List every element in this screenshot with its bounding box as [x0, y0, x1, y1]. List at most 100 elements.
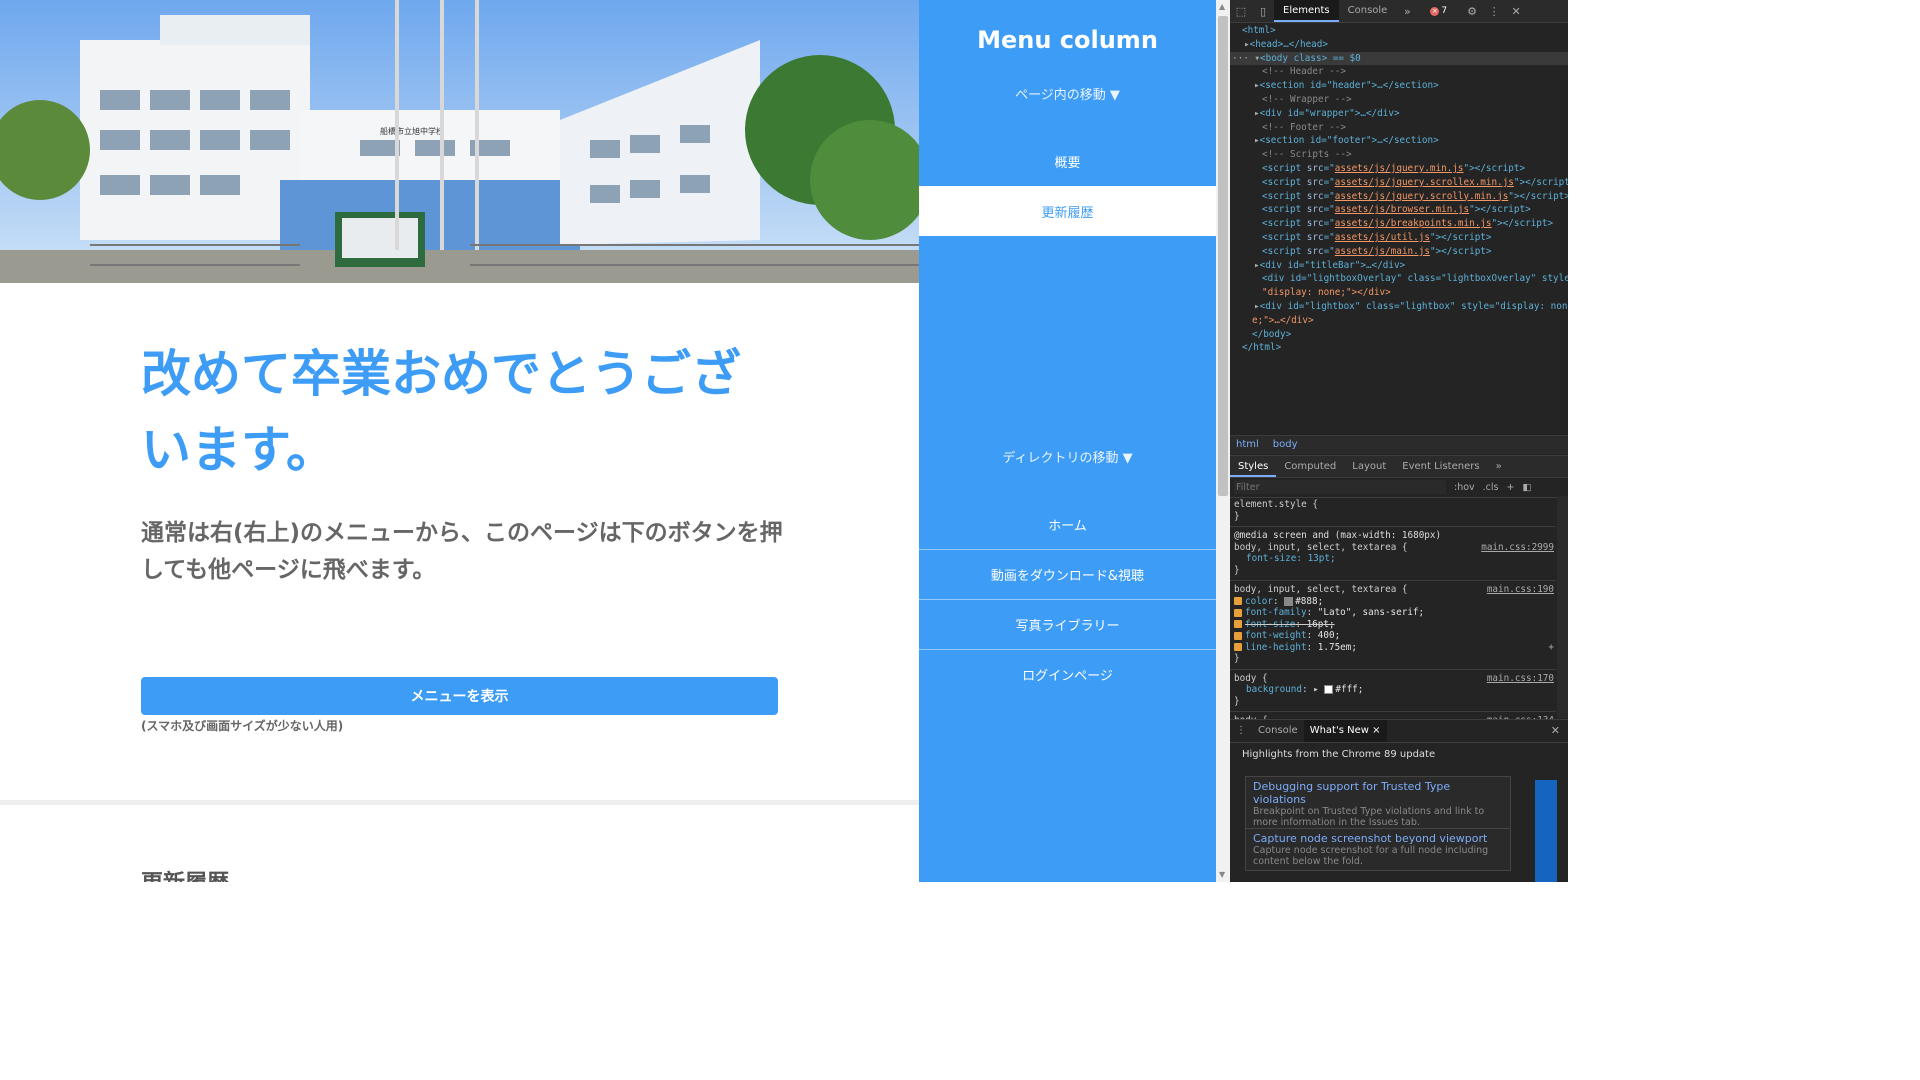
- dom-node[interactable]: </body>: [1230, 328, 1568, 342]
- new-rule-plus-icon[interactable]: +: [1507, 482, 1515, 493]
- close-drawer-icon[interactable]: ✕: [1551, 724, 1560, 737]
- rule-selector[interactable]: body, input, select, textarea {main.css:…: [1230, 584, 1556, 596]
- source-link[interactable]: main.css:170: [1487, 673, 1554, 685]
- page-scrollbar[interactable]: ▲ ▼: [1216, 0, 1230, 882]
- hov-toggle[interactable]: :hov: [1454, 482, 1475, 493]
- css-property-color[interactable]: color: #888;: [1230, 596, 1556, 608]
- school-sign-text: 船橋市立旭中学校: [380, 126, 444, 136]
- rule-selector[interactable]: element.style {: [1230, 499, 1556, 511]
- checkbox-icon[interactable]: [1234, 620, 1242, 628]
- dom-script[interactable]: <script src="assets/js/breakpoints.min.j…: [1230, 217, 1568, 231]
- card-description: Capture node screenshot for a full node …: [1253, 845, 1489, 867]
- drawer-menu-icon[interactable]: ⋮: [1230, 720, 1252, 742]
- dom-node[interactable]: ▸<div id="wrapper">…</div>: [1230, 107, 1568, 121]
- whats-new-card[interactable]: Capture node screenshot beyond viewport …: [1245, 828, 1511, 871]
- cls-toggle[interactable]: .cls: [1483, 482, 1499, 493]
- source-link[interactable]: main.css:190: [1487, 584, 1554, 596]
- tab-layout[interactable]: Layout: [1344, 456, 1394, 477]
- menu-item-photo-library[interactable]: 写真ライブラリー: [919, 599, 1216, 649]
- dom-node-selected[interactable]: ··· ▾<body class> == $0: [1230, 51, 1568, 66]
- show-menu-button[interactable]: メニューを表示: [141, 677, 778, 715]
- dom-script[interactable]: <script src="assets/js/jquery.scrolly.mi…: [1230, 190, 1568, 204]
- add-property-plus-icon[interactable]: +: [1548, 642, 1554, 654]
- scroll-up-arrow-icon[interactable]: ▲: [1219, 2, 1225, 11]
- menu-item-overview[interactable]: 概要: [919, 136, 1216, 186]
- dom-node[interactable]: ▸<section id="header">…</section>: [1230, 79, 1568, 93]
- rule-selector[interactable]: body {main.css:170: [1230, 673, 1556, 685]
- dom-comment[interactable]: <!-- Scripts -->: [1230, 148, 1568, 162]
- dom-node[interactable]: ▸<section id="footer">…</section>: [1230, 134, 1568, 148]
- tab-elements[interactable]: Elements: [1274, 0, 1339, 22]
- dom-script[interactable]: <script src="assets/js/browser.min.js"><…: [1230, 203, 1568, 217]
- menu-item-login[interactable]: ログインページ: [919, 649, 1216, 699]
- tab-event-listeners[interactable]: Event Listeners: [1394, 456, 1487, 477]
- styles-tabbar: Styles Computed Layout Event Listeners »: [1230, 455, 1568, 478]
- menu-item-home[interactable]: ホーム: [919, 499, 1216, 549]
- menu-item-video-download[interactable]: 動画をダウンロード&視聴: [919, 549, 1216, 599]
- styles-filter-input[interactable]: [1234, 480, 1446, 494]
- checkbox-icon[interactable]: [1234, 597, 1242, 605]
- dom-node[interactable]: ▸<div id="titleBar">…</div>: [1230, 259, 1568, 273]
- dom-comment[interactable]: <!-- Wrapper -->: [1230, 93, 1568, 107]
- checkbox-icon[interactable]: [1234, 631, 1242, 640]
- card-description: Breakpoint on Trusted Type violations an…: [1253, 806, 1485, 828]
- source-link[interactable]: main.css:2999: [1481, 542, 1554, 554]
- breadcrumb-body[interactable]: body: [1273, 439, 1298, 450]
- whats-new-headline: Highlights from the Chrome 89 update: [1242, 749, 1436, 760]
- checkbox-icon[interactable]: [1234, 643, 1242, 651]
- dom-node[interactable]: <html>: [1230, 24, 1568, 38]
- devtools-drawer: ⋮ Console What's New × ✕ Highlights from…: [1230, 719, 1568, 882]
- dom-node[interactable]: </html>: [1230, 341, 1568, 355]
- dom-script[interactable]: <script src="assets/js/util.js"></script…: [1230, 231, 1568, 245]
- rule-selector[interactable]: body, input, select, textarea {main.css:…: [1230, 542, 1556, 554]
- styles-scrollbar[interactable]: [1557, 496, 1568, 718]
- tab-computed[interactable]: Computed: [1276, 456, 1344, 477]
- breadcrumb-html[interactable]: html: [1236, 439, 1259, 450]
- css-property-background[interactable]: background: ▸ #fff;: [1230, 684, 1556, 696]
- devtools-panel: ⬚ ▯ Elements Console » × 7 ⚙ ⋮ ✕ <html> ▸…: [1230, 0, 1568, 882]
- page-navigation-toggle[interactable]: ページ内の移動 ▼: [919, 84, 1216, 103]
- color-swatch-icon[interactable]: [1324, 685, 1334, 694]
- section-divider: [0, 800, 919, 805]
- rule-close: }: [1234, 695, 1240, 707]
- scroll-down-arrow-icon[interactable]: ▼: [1219, 870, 1225, 879]
- dom-node[interactable]: ▸<head>…</head>: [1230, 38, 1568, 52]
- css-property[interactable]: font-size: 13pt;: [1230, 553, 1556, 565]
- css-property-font-size-overridden[interactable]: font-size: 16pt;: [1230, 619, 1556, 631]
- dom-node[interactable]: <div id="lightboxOverlay" class="lightbo…: [1230, 272, 1568, 286]
- dom-node-cont: "display: none;"></div>: [1262, 287, 1391, 299]
- device-toolbar-icon[interactable]: ▯: [1252, 0, 1274, 22]
- rule-close: }: [1234, 564, 1240, 576]
- card-title[interactable]: Debugging support for Trusted Type viola…: [1253, 780, 1503, 806]
- drawer-tab-whats-new[interactable]: What's New ×: [1303, 720, 1387, 742]
- dom-script[interactable]: <script src="assets/js/jquery.scrollex.m…: [1230, 176, 1568, 190]
- more-tabs-icon[interactable]: »: [1396, 0, 1418, 22]
- rule-close: }: [1234, 510, 1240, 522]
- dom-comment[interactable]: <!-- Header -->: [1230, 65, 1568, 79]
- settings-gear-icon[interactable]: ⚙: [1461, 0, 1483, 22]
- css-property-font-weight[interactable]: font-weight: 400;: [1230, 630, 1556, 642]
- kebab-menu-icon[interactable]: ⋮: [1483, 0, 1505, 22]
- color-swatch-icon[interactable]: [1284, 596, 1294, 606]
- error-count-badge[interactable]: × 7: [1430, 6, 1447, 16]
- css-property-font-family[interactable]: font-family: "Lato", sans-serif;: [1230, 607, 1556, 619]
- checkbox-icon[interactable]: [1234, 608, 1242, 617]
- directory-navigation-toggle[interactable]: ディレクトリの移動 ▼: [919, 447, 1216, 466]
- dom-comment[interactable]: <!-- Footer -->: [1230, 121, 1568, 135]
- whats-new-card[interactable]: Debugging support for Trusted Type viola…: [1245, 776, 1511, 832]
- close-tab-icon[interactable]: ×: [1372, 725, 1380, 736]
- more-tabs-icon[interactable]: »: [1488, 456, 1510, 477]
- scrollbar-thumb[interactable]: [1218, 16, 1228, 496]
- tab-styles[interactable]: Styles: [1230, 456, 1277, 477]
- card-title[interactable]: Capture node screenshot beyond viewport: [1253, 832, 1503, 845]
- close-devtools-icon[interactable]: ✕: [1505, 0, 1527, 22]
- css-property-line-height[interactable]: line-height: 1.75em; +: [1230, 642, 1556, 654]
- dom-script[interactable]: <script src="assets/js/main.js"></script…: [1230, 245, 1568, 259]
- toggle-sidebar-icon[interactable]: ◧: [1522, 482, 1531, 493]
- inspect-element-icon[interactable]: ⬚: [1230, 0, 1252, 22]
- drawer-tab-console[interactable]: Console: [1252, 720, 1304, 742]
- menu-item-update-history[interactable]: 更新履歴: [919, 186, 1216, 236]
- dom-node[interactable]: ▸<div id="lightbox" class="lightbox" sty…: [1230, 300, 1568, 314]
- dom-script[interactable]: <script src="assets/js/jquery.min.js"></…: [1230, 162, 1568, 176]
- tab-console[interactable]: Console: [1339, 0, 1397, 22]
